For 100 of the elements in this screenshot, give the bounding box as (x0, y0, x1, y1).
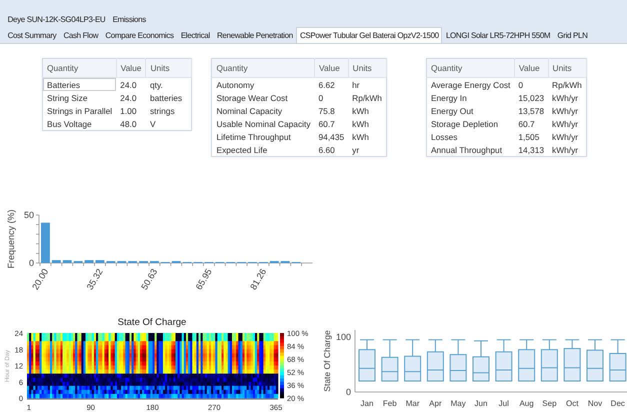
axis-tick-label: 100 (336, 332, 351, 342)
table-cell: kWh (348, 117, 386, 130)
axis-tick-label: 50 (24, 210, 34, 220)
table-cell: kWh/yr (548, 91, 586, 104)
table-cell: kWh/yr (548, 130, 586, 143)
bar (41, 222, 50, 263)
axis-tick-label: Aug (519, 399, 534, 408)
box-plot-box (426, 339, 444, 382)
table-cell: Annual Throughput (426, 143, 514, 156)
tab[interactable]: CSPower Tubular Gel Baterai OpzV2-1500 (296, 27, 442, 43)
axis-tick-label: Mar (406, 399, 420, 408)
table-cell: Nominal Capacity (212, 104, 315, 117)
axis-tick-label: Oct (566, 399, 578, 408)
table-cell-text: 1.00 (119, 104, 138, 117)
table-cell: 24.0 (116, 91, 146, 104)
color-scale-bar (280, 333, 284, 398)
table-cell: Lifetime Throughput (212, 130, 315, 143)
table-cell: Expected Life (212, 143, 315, 156)
box-plot-box (450, 339, 467, 382)
table-cell: String Size (42, 91, 116, 104)
table-cell: kWh/yr (548, 143, 586, 156)
axis-title: State Of Charge (322, 330, 332, 392)
tab[interactable]: Cost Summary (4, 27, 60, 43)
table-cell-text: 1,505 (517, 130, 540, 143)
column-header[interactable]: Units (348, 58, 386, 78)
table-cell: 6.62 (314, 78, 348, 91)
table-cell-text: 75.8 (318, 104, 336, 117)
table-cell: kWh/yr (548, 117, 586, 130)
tab[interactable]: Electrical (177, 27, 214, 43)
tab[interactable]: LONGI Solar LR5-72HPH 550M (442, 27, 554, 43)
bar (52, 260, 61, 263)
axis-tick-label: Dec (610, 399, 625, 408)
box-plot-box (472, 340, 490, 382)
table-cell-text: 60.7 (517, 118, 536, 130)
tab[interactable]: Deye SUN-12K-SG04LP3-EU (4, 11, 109, 27)
table-cell: Bus Voltage (42, 117, 116, 130)
table-cell: kWh (348, 104, 386, 117)
table-cell: Energy Out (426, 104, 514, 117)
table-cell: yr (348, 143, 386, 156)
axis-tick-label: Jun (474, 399, 488, 408)
tab[interactable]: Cash Flow (60, 27, 102, 43)
box-plot-box (404, 339, 422, 382)
axis-tick-label: 0 (346, 387, 351, 397)
table-cell: kWh/yr (548, 104, 586, 117)
box-plot-box (381, 339, 398, 382)
axis-title: Frequency (%) (6, 209, 16, 269)
table-cell-text: 60.7 (318, 118, 336, 130)
box-plot-box (518, 339, 536, 382)
column-header[interactable]: Quantity (212, 58, 315, 78)
table-cell-text: 94,435 (318, 130, 346, 143)
column-header[interactable]: Units (548, 58, 586, 78)
table-cell: Batteries (42, 78, 116, 91)
table-cell: V (146, 117, 192, 130)
axis-tick-label: Jan (360, 399, 374, 408)
table-cell: Storage Depletion (426, 117, 514, 130)
axis-tick-label: Apr (429, 399, 442, 408)
table-cell: Strings in Parallel (42, 104, 116, 117)
y-axis (36, 214, 40, 264)
box-plot-box (586, 339, 604, 382)
box-plot-box (540, 339, 558, 382)
chart-title: State Of Charge (118, 317, 186, 328)
y-axis (354, 330, 356, 392)
column-header[interactable]: Value (314, 58, 348, 78)
column-header[interactable]: Quantity (42, 58, 116, 78)
table-cell: 6.60 (314, 143, 348, 156)
table-cell: Losses (426, 130, 514, 143)
axis-tick-label: Feb (382, 399, 397, 408)
table-cell: Usable Nominal Capacity (212, 117, 315, 130)
table-cell: 48.0 (116, 117, 146, 130)
table-cell: 14,313 (514, 143, 548, 156)
table-cell: Storage Wear Cost (212, 91, 315, 104)
table-cell: qty. (146, 78, 192, 91)
table-cell: batteries (146, 91, 192, 104)
table-cell: kWh (348, 130, 386, 143)
bar (84, 260, 94, 263)
axis-tick-label: Sep (542, 399, 557, 408)
column-header[interactable]: Quantity (426, 58, 514, 78)
tab[interactable]: Compare Economics (102, 27, 178, 43)
tab[interactable]: Emissions (108, 11, 150, 27)
box-plot-box (564, 339, 581, 382)
column-header[interactable]: Value (116, 58, 146, 78)
table-cell: hr (348, 78, 386, 91)
bar (96, 260, 104, 263)
axis-tick-label: May (450, 399, 466, 408)
table-cell-text: 13,578 (517, 104, 546, 117)
table-cell-text: 0 (318, 92, 324, 104)
table-cell: strings (146, 104, 192, 117)
table-cell: Autonomy (212, 78, 315, 91)
bar (62, 260, 72, 263)
table-cell: 0 (514, 78, 548, 91)
tab[interactable]: Renewable Penetration (213, 27, 296, 43)
table-cell: Energy In (426, 91, 514, 104)
table-cell: Average Energy Cost (426, 78, 514, 91)
column-header[interactable]: Value (514, 58, 548, 78)
box-plot-box (609, 339, 626, 382)
axis-tick-label: Nov (588, 399, 602, 408)
table-cell-text: 15,023 (517, 92, 546, 104)
tab[interactable]: Grid PLN (554, 27, 592, 43)
column-header[interactable]: Units (146, 58, 192, 78)
table-cell: Rp/kWh (348, 91, 386, 104)
